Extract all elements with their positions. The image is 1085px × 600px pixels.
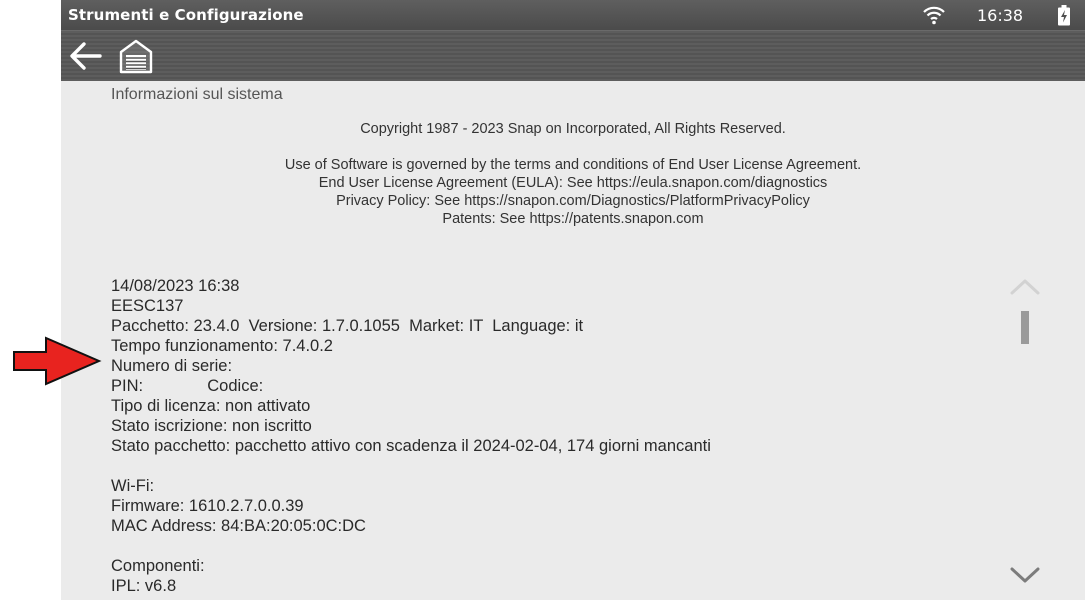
scroll-up-chevron-icon[interactable]: [1009, 276, 1041, 298]
info-pin-code: PIN: Codice:: [111, 377, 264, 395]
info-package: Pacchetto: 23.4.0 Versione: 1.7.0.1055 M…: [111, 317, 584, 335]
page-title: Informazioni sul sistema: [111, 86, 283, 103]
legal-line: Patents: See https://patents.snapon.com: [442, 211, 704, 227]
info-date: 14/08/2023 16:38: [111, 277, 240, 295]
status-bar: Strumenti e Configurazione 16:38: [61, 0, 1085, 30]
info-components-heading: Componenti:: [111, 557, 205, 575]
status-time: 16:38: [977, 6, 1024, 25]
legal-line: Use of Software is governed by the terms…: [284, 157, 862, 173]
info-mac-address: MAC Address: 84:BA:20:05:0C:DC: [111, 517, 366, 535]
info-device-id: EESC137: [111, 297, 184, 315]
status-title: Strumenti e Configurazione: [68, 6, 304, 24]
license-text: Use of Software is governed by the terms…: [211, 156, 935, 228]
scrollbar-thumb[interactable]: [1021, 311, 1029, 344]
scroll-down-chevron-icon[interactable]: [1009, 564, 1041, 586]
info-subscription: Stato iscrizione: non iscritto: [111, 417, 312, 435]
toolbar: [61, 30, 1085, 81]
legal-line: Privacy Policy: See https://snapon.com/D…: [336, 193, 810, 209]
wifi-icon: [923, 6, 945, 25]
annotation-arrow-icon: [13, 336, 102, 386]
battery-charging-icon: [1058, 5, 1070, 26]
system-info-list: 14/08/2023 16:38 EESC137 Pacchetto: 23.4…: [111, 276, 971, 596]
back-arrow-icon[interactable]: [67, 37, 105, 75]
device-screen: Strumenti e Configurazione 16:38 Informa: [61, 0, 1085, 600]
info-wifi-heading: Wi-Fi:: [111, 477, 155, 495]
home-garage-icon[interactable]: [117, 37, 155, 75]
system-info-content: Informazioni sul sistema Copyright 1987 …: [61, 80, 1085, 600]
info-serial: Numero di serie:: [111, 357, 237, 375]
info-license-type: Tipo di licenza: non attivato: [111, 397, 311, 415]
info-runtime: Tempo funzionamento: 7.4.0.2: [111, 337, 333, 355]
info-package-status: Stato pacchetto: pacchetto attivo con sc…: [111, 437, 711, 455]
copyright-text: Copyright 1987 - 2023 Snap on Incorporat…: [360, 121, 786, 137]
info-firmware: Firmware: 1610.2.7.0.0.39: [111, 497, 304, 515]
legal-line: End User License Agreement (EULA): See h…: [318, 175, 828, 191]
info-ipl: IPL: v6.8: [111, 577, 177, 595]
